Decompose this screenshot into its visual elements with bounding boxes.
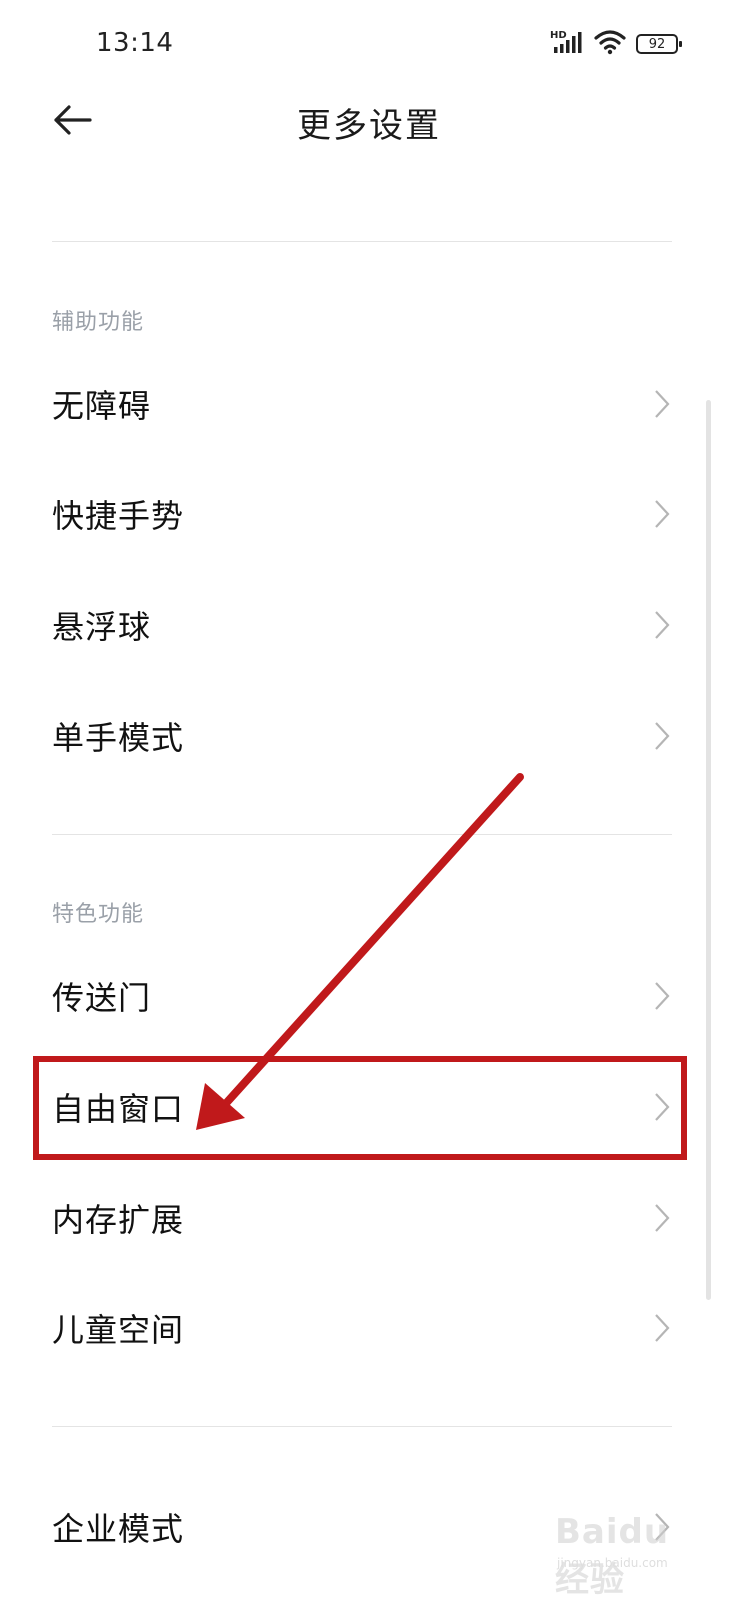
wifi-icon — [594, 29, 626, 59]
scrollbar[interactable] — [706, 400, 711, 1300]
annotation-highlight-box — [33, 1056, 687, 1160]
header: 更多设置 — [0, 90, 738, 150]
section-divider — [52, 241, 672, 242]
chevron-right-icon — [655, 500, 670, 528]
battery-icon: 92 — [636, 34, 682, 54]
section-label-featured: 特色功能 — [52, 902, 145, 927]
status-time: 13:14 — [96, 28, 174, 58]
baidu-watermark: Baidu经验 jingyan.baidu.com — [555, 1512, 695, 1600]
list-item-kids-space[interactable]: 儿童空间 — [0, 1273, 738, 1383]
chevron-right-icon — [655, 1204, 670, 1232]
list-item-accessibility[interactable]: 无障碍 — [0, 349, 738, 459]
section-divider — [52, 834, 672, 835]
chevron-right-icon — [655, 722, 670, 750]
list-item-label: 内存扩展 — [52, 1201, 185, 1239]
list-item-memory-extension[interactable]: 内存扩展 — [0, 1163, 738, 1273]
list-item-quick-gestures[interactable]: 快捷手势 — [0, 459, 738, 569]
list-item-label: 企业模式 — [52, 1510, 185, 1548]
list-item-one-handed-mode[interactable]: 单手模式 — [0, 681, 738, 791]
watermark-url: jingyan.baidu.com — [557, 1556, 668, 1570]
network-type-label: HD — [550, 30, 567, 41]
battery-level: 92 — [648, 36, 666, 52]
page-title: 更多设置 — [297, 106, 441, 146]
list-item-label: 悬浮球 — [52, 608, 152, 646]
signal-icon: HD — [550, 29, 584, 59]
section-label-accessibility: 辅助功能 — [52, 310, 145, 335]
chevron-right-icon — [655, 1314, 670, 1342]
list-item-label: 单手模式 — [52, 719, 185, 757]
list-item-label: 快捷手势 — [52, 497, 185, 535]
list-item-label: 无障碍 — [52, 387, 152, 425]
list-item-label: 儿童空间 — [52, 1311, 185, 1349]
list-item-portal[interactable]: 传送门 — [0, 941, 738, 1051]
list-item-label: 传送门 — [52, 979, 152, 1017]
list-item-floating-ball[interactable]: 悬浮球 — [0, 570, 738, 680]
chevron-right-icon — [655, 390, 670, 418]
status-icons: HD 92 — [550, 29, 682, 59]
status-bar: 13:14 HD 92 — [0, 0, 738, 90]
chevron-right-icon — [655, 611, 670, 639]
section-divider — [52, 1426, 672, 1427]
chevron-right-icon — [655, 982, 670, 1010]
